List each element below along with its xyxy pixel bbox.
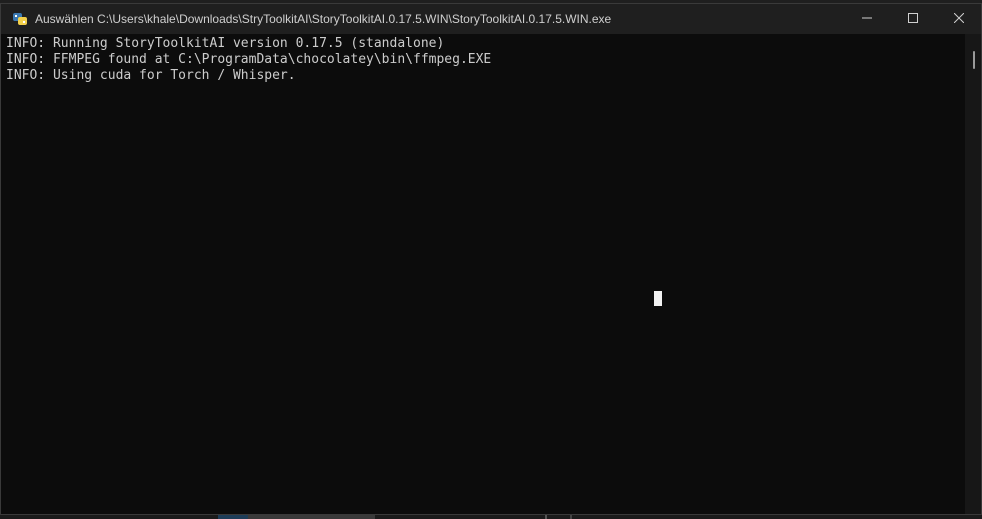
title-bar[interactable]: Auswählen C:\Users\khale\Downloads\StryT…	[1, 4, 981, 34]
close-button[interactable]	[936, 4, 982, 34]
minimize-button[interactable]	[844, 4, 890, 34]
console-output[interactable]: INFO: Running StoryToolkitAI version 0.1…	[1, 34, 965, 514]
console-line: INFO: Using cuda for Torch / Whisper.	[6, 68, 296, 83]
console-line: INFO: Running StoryToolkitAI version 0.1…	[6, 36, 445, 51]
maximize-icon	[908, 10, 918, 28]
console-line: INFO: FFMPEG found at C:\ProgramData\cho…	[6, 52, 492, 67]
close-icon	[953, 10, 965, 28]
window-title: Auswählen C:\Users\khale\Downloads\StryT…	[35, 12, 612, 26]
vertical-scrollbar[interactable]	[965, 34, 981, 514]
text-cursor	[654, 291, 662, 306]
console-window[interactable]: Auswählen C:\Users\khale\Downloads\StryT…	[0, 3, 982, 515]
python-app-icon	[12, 11, 28, 27]
minimize-icon	[862, 10, 872, 28]
scrollbar-thumb[interactable]	[973, 51, 975, 69]
maximize-button[interactable]	[890, 4, 936, 34]
